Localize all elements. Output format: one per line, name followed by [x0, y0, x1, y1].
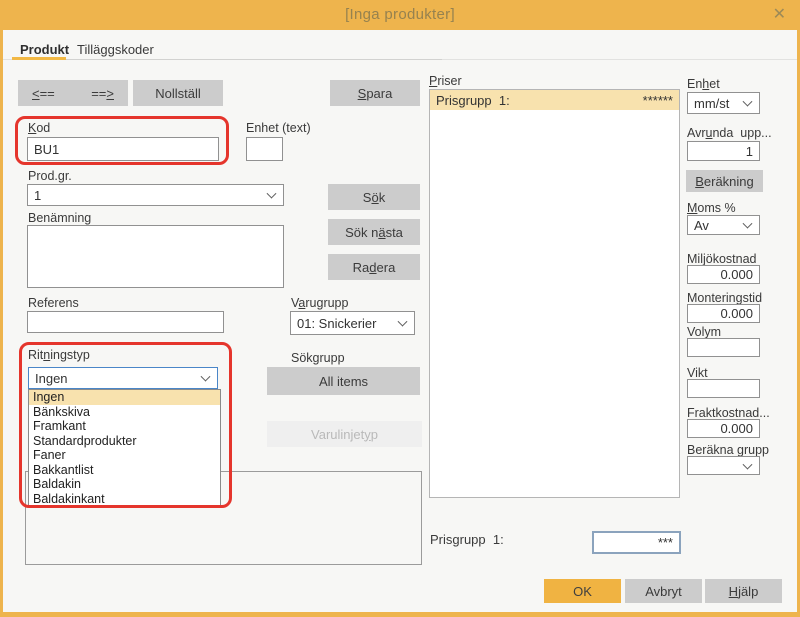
- moms-label: Moms %: [687, 201, 736, 215]
- varugrupp-dropdown[interactable]: 01: Snickerier: [290, 311, 415, 335]
- varugrupp-label: Varugrupp: [291, 296, 349, 310]
- enhet-text-label: Enhet (text): [246, 121, 311, 135]
- volym-input[interactable]: [687, 338, 760, 357]
- search-button[interactable]: Sök: [328, 184, 420, 210]
- prodgr-value: 1: [34, 187, 42, 203]
- sokgrupp-label: Sökgrupp: [291, 351, 345, 365]
- monteringstid-input[interactable]: 0.000: [687, 304, 760, 323]
- miljokostnad-input[interactable]: 0.000: [687, 265, 760, 284]
- active-tab-indicator: [12, 57, 66, 60]
- avrunda-label: Avrunda upp...: [687, 126, 772, 140]
- all-items-button[interactable]: All items: [267, 367, 420, 395]
- next-record-button[interactable]: ==>: [91, 86, 114, 101]
- miljokostnad-label: Miljökostnad: [687, 252, 757, 266]
- option-framkant[interactable]: Framkant: [29, 419, 220, 434]
- record-nav-group: <== ==>: [18, 80, 128, 106]
- fraktkostnad-input[interactable]: 0.000: [687, 419, 760, 438]
- product-dialog: [Inga produkter] ✕ Produkt Tilläggskoder…: [0, 0, 800, 617]
- fraktkostnad-label: Fraktkostnad...: [687, 406, 770, 420]
- option-standardprodukter[interactable]: Standardprodukter: [29, 434, 220, 449]
- berakna-grupp-dropdown[interactable]: [687, 456, 760, 475]
- priser-row[interactable]: Prisgrupp 1: ******: [430, 90, 679, 110]
- chevron-down-icon: [742, 218, 753, 229]
- tab-produkt[interactable]: Produkt: [20, 42, 69, 57]
- priser-row-value: ******: [642, 92, 673, 108]
- option-bakkantlist[interactable]: Bakkantlist: [29, 463, 220, 478]
- title-bar: [Inga produkter] ✕: [0, 0, 800, 30]
- tab-tillaggskoder[interactable]: Tilläggskoder: [77, 42, 154, 57]
- benamning-textarea[interactable]: [27, 225, 284, 288]
- berakning-button[interactable]: Beräkning: [686, 170, 763, 192]
- kod-input[interactable]: BU1: [27, 137, 219, 161]
- option-baldakinkant[interactable]: Baldakinkant: [29, 492, 220, 507]
- varugrupp-value: 01: Snickerier: [297, 315, 377, 331]
- delete-button[interactable]: Ra d era: [328, 254, 420, 280]
- priser-label: Priser: [429, 74, 462, 88]
- close-icon[interactable]: ✕: [773, 4, 786, 24]
- prodgr-dropdown[interactable]: 1: [27, 184, 284, 206]
- window-title: [Inga produkter]: [345, 6, 455, 23]
- ritningstyp-label: Ritningstyp: [28, 348, 90, 362]
- avrunda-input[interactable]: 1: [687, 141, 760, 161]
- option-ingen[interactable]: Ingen: [29, 390, 220, 405]
- chevron-down-icon: [742, 459, 753, 470]
- chevron-down-icon: [742, 96, 753, 107]
- priser-listbox[interactable]: Prisgrupp 1: ******: [429, 89, 680, 498]
- search-next-button[interactable]: Sök n ä sta: [328, 219, 420, 245]
- moms-value: Av: [694, 217, 709, 233]
- referens-input[interactable]: [27, 311, 224, 333]
- chevron-down-icon: [200, 371, 211, 382]
- priser-row-name: Prisgrupp 1:: [436, 92, 510, 108]
- ritningstyp-option-list: Ingen Bänkskiva Framkant Standardprodukt…: [28, 389, 221, 507]
- save-button[interactable]: Spara: [330, 80, 420, 106]
- referens-label: Referens: [28, 296, 79, 310]
- enhet-value: mm/st: [694, 95, 730, 111]
- benamning-label: Benämning: [28, 211, 92, 225]
- help-button[interactable]: Hjälp: [705, 579, 782, 603]
- moms-dropdown[interactable]: Av: [687, 215, 760, 235]
- enhet-text-input[interactable]: [246, 137, 283, 161]
- monteringstid-label: Monteringstid: [687, 291, 763, 305]
- vikt-label: Vikt: [687, 366, 708, 380]
- cancel-button[interactable]: Avbryt: [625, 579, 702, 603]
- reset-button[interactable]: Nollställ: [133, 80, 223, 106]
- ritningstyp-dropdown[interactable]: Ingen: [28, 367, 218, 389]
- chevron-down-icon: [266, 188, 277, 199]
- volym-label: Volym: [687, 325, 722, 339]
- varulinjetyp-button: Varulinjet y p: [267, 421, 422, 447]
- prisgrupp-summary-input[interactable]: ***: [592, 531, 681, 554]
- berakna-grupp-label: Beräkna grupp: [687, 443, 770, 457]
- option-faner[interactable]: Faner: [29, 448, 220, 463]
- option-baldakin[interactable]: Baldakin: [29, 477, 220, 492]
- prodgr-label: Prod.gr.: [28, 169, 72, 183]
- tab-divider-dark: [12, 59, 442, 60]
- ritningstyp-value: Ingen: [35, 370, 68, 386]
- enhet-label: Enhet: [687, 77, 720, 91]
- prisgrupp-summary-label: Prisgrupp 1:: [430, 532, 504, 547]
- enhet-dropdown[interactable]: mm/st: [687, 92, 760, 114]
- chevron-down-icon: [397, 316, 408, 327]
- ok-button[interactable]: OK: [544, 579, 621, 603]
- prev-record-button[interactable]: <==: [32, 86, 55, 101]
- kod-label: Kod: [28, 121, 51, 135]
- vikt-input[interactable]: [687, 379, 760, 398]
- option-bankskiva[interactable]: Bänkskiva: [29, 405, 220, 420]
